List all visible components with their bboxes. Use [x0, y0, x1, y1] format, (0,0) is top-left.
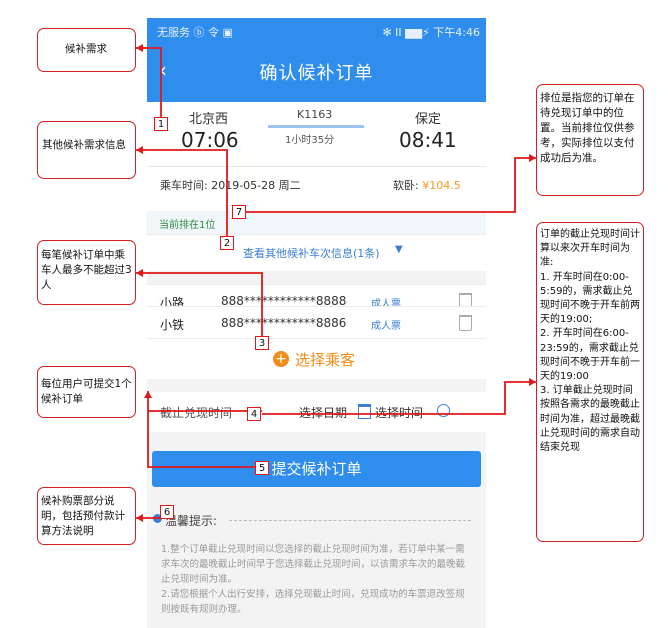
connector-5: [262, 381, 536, 415]
arrowhead-5: [529, 378, 536, 386]
connector-3: [136, 272, 263, 342]
arrowhead-2: [136, 146, 143, 154]
marker-1: 1: [154, 117, 168, 131]
marker-6: 6: [160, 505, 174, 519]
marker-3: 3: [255, 336, 269, 350]
arrowhead-1: [136, 44, 143, 52]
arrowhead-4: [144, 391, 152, 398]
connector-7: [246, 157, 536, 213]
arrowhead-6: [136, 514, 143, 522]
connector-4: [147, 391, 262, 412]
callout-6: 排位是指您的订单在待兑现订单中的位置。当前排位仅供参考，实际排位以支付成功后为准…: [536, 84, 644, 196]
callout-5: 候补购票部分说明，包括预付款计算方法说明: [37, 487, 136, 545]
marker-2: 2: [220, 236, 234, 250]
callout-3: 每笔候补订单中乘车人最多不能超过3人: [37, 240, 136, 305]
arrowhead-3: [136, 269, 143, 277]
arrowhead-7: [529, 154, 536, 162]
callout-2: 其他候补需求信息: [37, 121, 136, 179]
marker-4: 4: [247, 407, 261, 421]
marker-5: 5: [255, 461, 269, 475]
callout-4: 每位用户可提交1个候补订单: [37, 366, 136, 418]
callout-1: 候补需求: [37, 28, 136, 72]
connector-2: [136, 149, 228, 244]
connector-4b: [147, 411, 262, 468]
marker-7: 7: [232, 205, 246, 219]
connector-1: [136, 47, 162, 117]
callout-7: 订单的截止兑现时间计算以来次开车时间为准: 1. 开车时间在0:00-5:59的…: [536, 222, 644, 542]
